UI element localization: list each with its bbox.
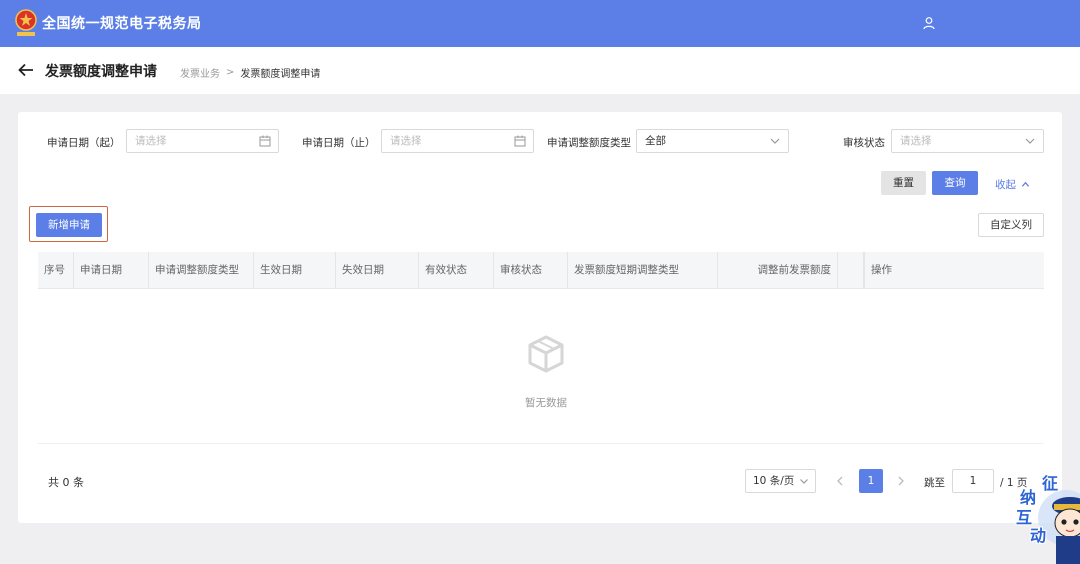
page-size-value: 10 条/页 [753, 475, 795, 487]
collapse-label: 收起 [995, 179, 1016, 191]
end-date-placeholder: 请选择 [390, 135, 422, 147]
next-page-icon[interactable] [895, 474, 907, 488]
column-header-review-status: 审核状态 [494, 252, 568, 289]
start-date-input[interactable]: 请选择 [126, 129, 279, 153]
total-count: 共 0 条 [48, 476, 84, 489]
column-header-short-term-type: 发票额度短期调整类型 [568, 252, 718, 289]
breadcrumb: 发票业务 > 发票额度调整申请 [180, 65, 320, 80]
column-header-blank [838, 252, 864, 289]
breadcrumb-item-current: 发票额度调整申请 [240, 69, 321, 80]
chevron-down-icon [800, 479, 808, 484]
query-button[interactable]: 查询 [932, 171, 978, 195]
column-header-adjust-type: 申请调整额度类型 [149, 252, 254, 289]
collapse-toggle[interactable]: 收起 [995, 177, 1030, 192]
app-title: 全国统一规范电子税务局 [42, 16, 202, 32]
new-application-button[interactable]: 新增申请 [36, 213, 102, 237]
start-date-label: 申请日期（起） [47, 137, 121, 149]
page-number-current[interactable]: 1 [859, 469, 883, 493]
back-arrow-icon[interactable] [18, 63, 34, 77]
empty-box-icon [528, 335, 564, 373]
top-bar: 全国统一规范电子税务局 [0, 0, 1080, 47]
end-date-label: 申请日期（止） [302, 137, 376, 149]
calendar-icon [259, 135, 271, 147]
mascot-char-4: 动 [1030, 526, 1047, 545]
user-icon[interactable] [922, 16, 936, 30]
reset-button[interactable]: 重置 [881, 171, 926, 195]
column-header-valid-status: 有效状态 [419, 252, 494, 289]
main-card: 申请日期（起） 请选择 申请日期（止） 请选择 申请调整额度类型 全部 审核状态… [18, 112, 1062, 523]
tax-emblem-icon [15, 9, 37, 36]
column-header-effective-date: 生效日期 [254, 252, 336, 289]
page-title: 发票额度调整申请 [45, 64, 157, 80]
adjust-type-select[interactable]: 全部 [636, 129, 789, 153]
review-status-label: 审核状态 [843, 137, 885, 149]
column-header-expiry-date: 失效日期 [336, 252, 419, 289]
column-header-index: 序号 [38, 252, 74, 289]
prev-page-icon[interactable] [834, 474, 846, 488]
chevron-down-icon [770, 138, 780, 144]
mascot-char-1: 征 [1042, 474, 1059, 493]
review-status-select[interactable]: 请选择 [891, 129, 1044, 153]
end-date-input[interactable]: 请选择 [381, 129, 534, 153]
empty-state-text: 暂无数据 [525, 397, 567, 409]
column-header-pre-quota: 调整前发票额度 [718, 252, 838, 289]
adjust-type-label: 申请调整额度类型 [547, 137, 631, 149]
goto-label: 跳至 [924, 477, 945, 489]
table-header: 序号 申请日期 申请调整额度类型 生效日期 失效日期 有效状态 审核状态 发票额… [38, 252, 1044, 289]
adjust-type-value: 全部 [645, 135, 666, 147]
table-divider [38, 443, 1044, 444]
column-header-apply-date: 申请日期 [74, 252, 149, 289]
breadcrumb-item-invoice-business[interactable]: 发票业务 [180, 65, 220, 80]
calendar-icon [514, 135, 526, 147]
page-header: 发票额度调整申请 发票业务 > 发票额度调整申请 [0, 47, 1080, 94]
mascot-widget[interactable]: 征 纳 互 动 [1012, 470, 1080, 564]
review-status-placeholder: 请选择 [900, 135, 932, 147]
custom-columns-button[interactable]: 自定义列 [978, 213, 1044, 237]
column-header-actions: 操作 [864, 252, 1044, 289]
breadcrumb-separator: > [226, 67, 235, 78]
chevron-down-icon [1025, 138, 1035, 144]
chevron-up-icon [1021, 181, 1030, 187]
start-date-placeholder: 请选择 [135, 135, 167, 147]
page-size-select[interactable]: 10 条/页 [745, 469, 816, 493]
goto-page-input[interactable]: 1 [952, 469, 994, 493]
